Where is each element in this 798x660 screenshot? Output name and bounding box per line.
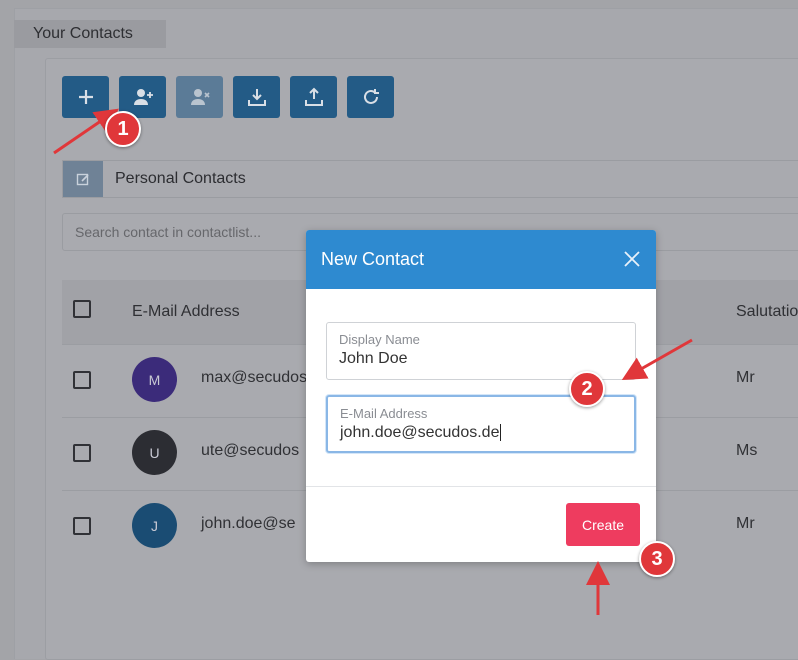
user-remove-icon	[190, 89, 210, 105]
create-button[interactable]: Create	[566, 503, 640, 546]
step-2-badge: 2	[569, 371, 605, 407]
add-button[interactable]	[62, 76, 109, 118]
row-checkbox[interactable]	[73, 371, 91, 389]
upload-icon	[304, 87, 323, 106]
dialog-divider	[306, 486, 656, 487]
user-plus-icon	[133, 89, 153, 105]
avatar: M	[132, 357, 177, 402]
refresh-button[interactable]	[347, 76, 394, 118]
remove-contact-button[interactable]	[176, 76, 223, 118]
select-all-checkbox[interactable]	[73, 300, 91, 318]
import-button[interactable]	[233, 76, 280, 118]
step-1-badge: 1	[105, 111, 141, 147]
dialog-title: New Contact	[321, 249, 425, 269]
contact-salutation: Ms	[736, 442, 758, 459]
row-checkbox[interactable]	[73, 444, 91, 462]
contact-salutation: Mr	[736, 515, 755, 532]
avatar: U	[132, 430, 177, 475]
edit-icon	[76, 173, 89, 186]
display-name-value: John Doe	[339, 350, 408, 367]
contact-list-name: Personal Contacts	[115, 170, 246, 187]
row-checkbox[interactable]	[73, 517, 91, 535]
export-button[interactable]	[290, 76, 337, 118]
download-icon	[247, 89, 266, 106]
plus-icon	[78, 90, 93, 104]
avatar: J	[132, 503, 177, 548]
step-3-badge: 3	[639, 541, 675, 577]
column-salutation-header[interactable]: Salutatio	[736, 303, 798, 321]
dialog-header: New Contact	[306, 230, 656, 289]
contact-list-selector[interactable]: Personal Contacts	[62, 160, 798, 198]
page-title: Your Contacts	[14, 20, 166, 48]
edit-list-button[interactable]	[63, 161, 103, 197]
contact-email: john.doe@se	[201, 515, 296, 532]
contact-email: max@secudos	[201, 369, 308, 386]
close-icon[interactable]	[622, 249, 642, 269]
email-value: john.doe@secudos.de	[340, 424, 502, 442]
refresh-icon	[363, 89, 379, 104]
email-label: E-Mail Address	[340, 406, 428, 421]
contact-salutation: Mr	[736, 369, 755, 386]
display-name-label: Display Name	[339, 332, 420, 347]
email-value-text: john.doe@secudos.de	[340, 424, 500, 441]
toolbar	[62, 76, 394, 118]
contact-email: ute@secudos	[201, 442, 300, 459]
column-email-header[interactable]: E-Mail Address	[132, 303, 240, 321]
